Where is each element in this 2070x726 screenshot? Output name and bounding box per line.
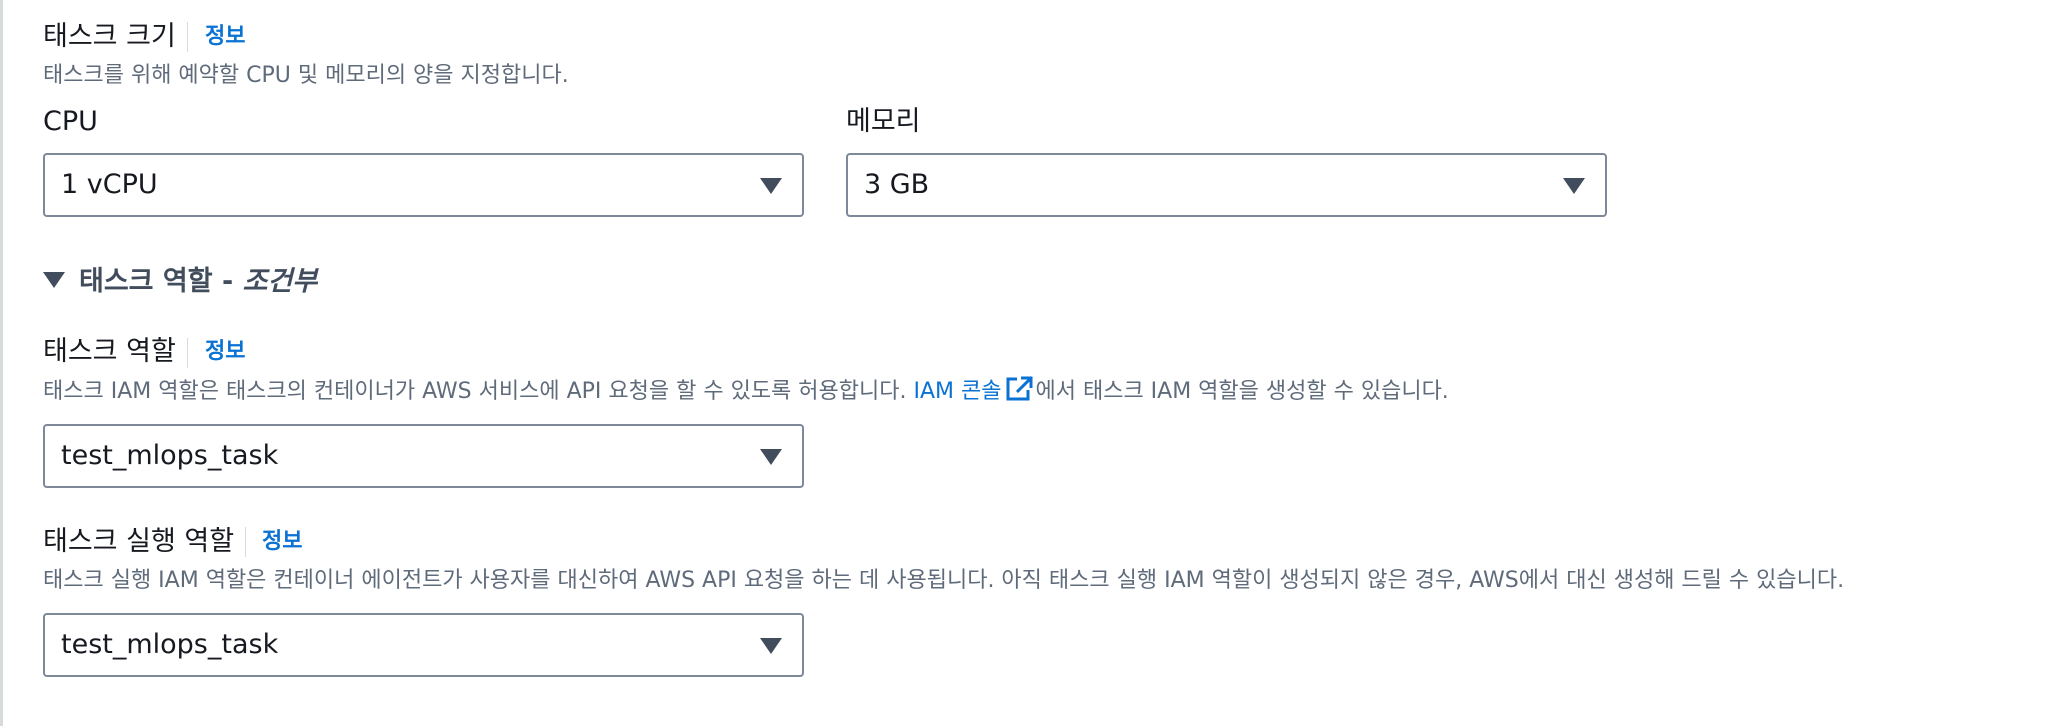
cpu-label: CPU	[43, 106, 98, 137]
caret-down-icon	[1563, 178, 1585, 194]
task-size-description: 태스크를 위해 예약할 CPU 및 메모리의 양을 지정합니다.	[43, 63, 569, 88]
heading-divider	[245, 527, 246, 557]
expander-title: 태스크 역할	[79, 266, 213, 297]
task-role-description-text: 태스크 IAM 역할은 태스크의 컨테이너가 AWS 서비스에 API 요청을 …	[43, 379, 914, 404]
task-role-description: 태스크 IAM 역할은 태스크의 컨테이너가 AWS 서비스에 API 요청을 …	[43, 376, 1449, 407]
execution-role-info-link[interactable]: 정보	[262, 524, 302, 560]
task-role-info-link[interactable]: 정보	[205, 334, 245, 370]
container-border	[0, 0, 3, 726]
task-role-select-value: test_mlops_task	[61, 440, 279, 471]
caret-down-icon	[760, 638, 782, 654]
cpu-select-value: 1 vCPU	[61, 169, 158, 200]
memory-select[interactable]: 3 GB	[846, 153, 1607, 217]
expander-separator: -	[212, 266, 243, 297]
caret-down-icon	[43, 272, 65, 288]
memory-select-value: 3 GB	[864, 169, 930, 200]
execution-role-select-value: test_mlops_task	[61, 629, 279, 660]
external-link-icon[interactable]	[1005, 376, 1033, 402]
caret-down-icon	[760, 449, 782, 465]
task-role-select[interactable]: test_mlops_task	[43, 424, 804, 488]
expander-optional: 조건부	[242, 266, 318, 297]
iam-console-link[interactable]: IAM 콘솔	[913, 379, 1001, 404]
cpu-select[interactable]: 1 vCPU	[43, 153, 804, 217]
task-role-heading: 태스크 역할	[43, 336, 176, 367]
memory-label: 메모리	[846, 106, 921, 137]
execution-role-select[interactable]: test_mlops_task	[43, 613, 804, 677]
heading-divider	[187, 338, 188, 368]
execution-role-description: 태스크 실행 IAM 역할은 컨테이너 에이전트가 사용자를 대신하여 AWS …	[43, 568, 1845, 593]
task-size-heading: 태스크 크기	[43, 21, 176, 52]
heading-divider	[187, 22, 188, 52]
task-role-expander[interactable]: 태스크 역할 - 조건부	[43, 264, 317, 300]
execution-role-heading: 태스크 실행 역할	[43, 526, 235, 557]
task-role-description-suffix: 에서 태스크 IAM 역할을 생성할 수 있습니다.	[1035, 379, 1449, 404]
task-size-info-link[interactable]: 정보	[205, 19, 245, 55]
task-definition-form: 태스크 크기 정보 태스크를 위해 예약할 CPU 및 메모리의 양을 지정합니…	[0, 0, 2070, 726]
caret-down-icon	[760, 178, 782, 194]
